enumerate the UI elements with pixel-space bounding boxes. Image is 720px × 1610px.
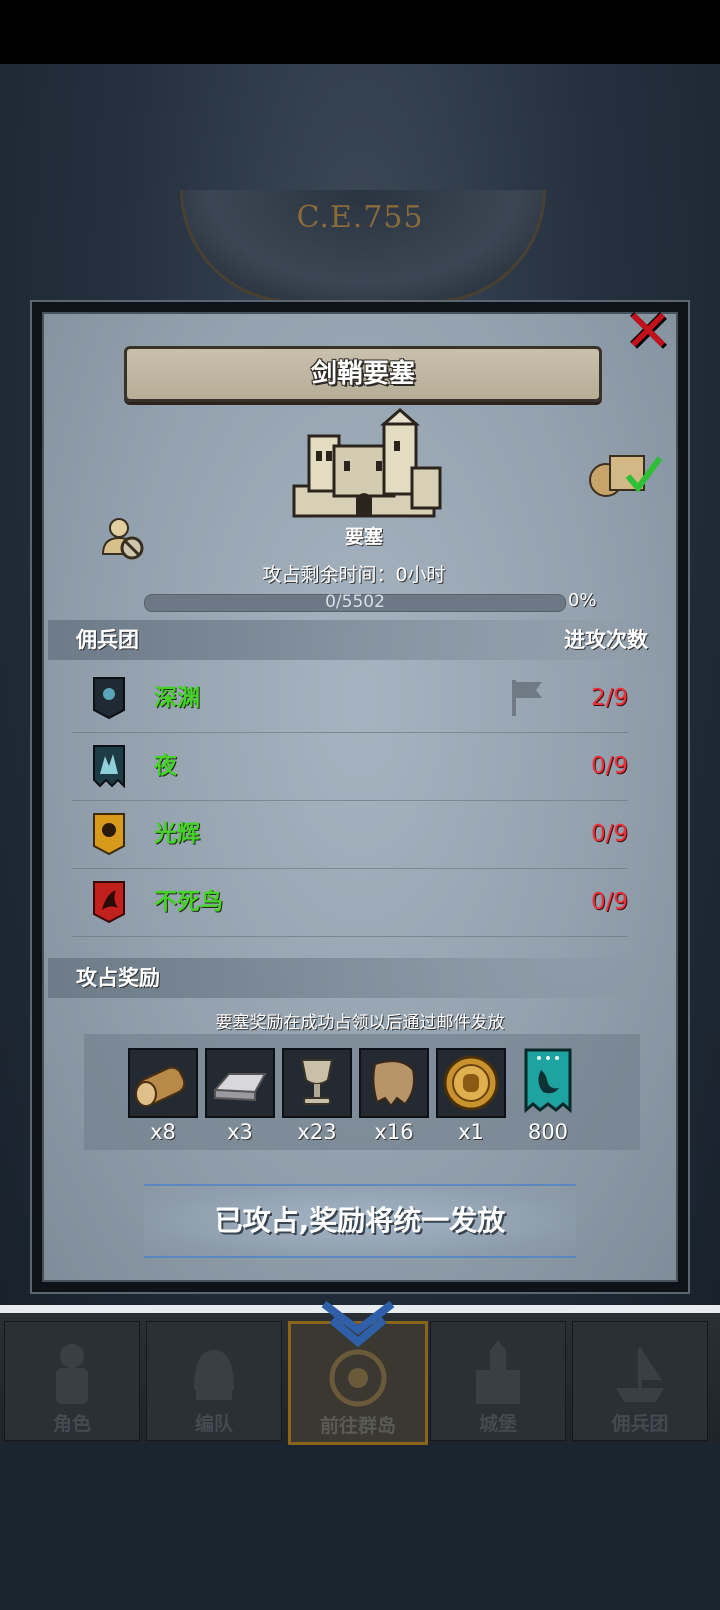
wood-log-icon xyxy=(135,1066,186,1107)
dialog-panel: 剑鞘要塞 要塞 攻占剩余时间：0小时 0/5502 0% 佣兵团 进攻次数 深渊… xyxy=(42,312,678,1282)
reward-item[interactable]: x16 xyxy=(359,1048,429,1144)
team-row-phoenix[interactable]: 不死鸟 0/9 xyxy=(72,868,628,937)
reward-item[interactable]: x8 xyxy=(128,1048,198,1144)
nav-label: 角色 xyxy=(52,1413,91,1435)
abyss-banner-icon xyxy=(93,677,125,720)
nav-label: 佣兵团 xyxy=(611,1413,669,1435)
fortress-icon xyxy=(292,408,442,518)
era-year: C.E.755 xyxy=(296,200,424,235)
team-name: 光辉 xyxy=(154,821,200,847)
attack-count: 0/9 xyxy=(590,753,628,779)
reward-item[interactable]: x23 xyxy=(282,1048,352,1144)
reward-item[interactable]: x1 xyxy=(436,1048,506,1144)
mercenary-section-header: 佣兵团 进攻次数 xyxy=(48,620,648,660)
team-row-abyss[interactable]: 深渊 2/9 xyxy=(72,664,628,733)
nav-formation[interactable]: 编队 xyxy=(146,1321,282,1441)
reward-header-label: 攻占奖励 xyxy=(76,966,160,990)
status-bar-area xyxy=(0,0,720,64)
gold-medal-icon xyxy=(443,1055,499,1111)
dialog-title: 剑鞘要塞 xyxy=(310,359,415,389)
claim-status-label: 已攻占,奖励将统一发放 xyxy=(214,1204,506,1237)
nav-label: 城堡 xyxy=(478,1413,517,1435)
progress-text: 0/5502 xyxy=(325,592,385,612)
iron-ingot-icon xyxy=(212,1073,267,1102)
goblet-icon xyxy=(300,1059,334,1105)
team-row-radiance[interactable]: 光辉 0/9 xyxy=(72,800,628,869)
teal-banner-icon xyxy=(524,1048,572,1114)
radiance-banner-icon xyxy=(93,813,125,856)
team-name: 夜 xyxy=(154,753,177,779)
remaining-time: 攻占剩余时间：0小时 xyxy=(262,564,446,586)
reward-note: 要塞奖励在成功占领以后通过邮件发放 xyxy=(215,1013,505,1033)
reward-qty: 800 xyxy=(527,1120,569,1144)
chevron-down-icon xyxy=(321,1300,395,1348)
user-blocked-icon[interactable] xyxy=(99,514,147,562)
knight-icon xyxy=(56,1344,88,1404)
attack-count: 0/9 xyxy=(590,821,628,847)
nav-character[interactable]: 角色 xyxy=(4,1321,140,1441)
reward-item[interactable]: 800 xyxy=(513,1048,583,1144)
nav-label: 编队 xyxy=(194,1413,233,1435)
reward-section-header: 攻占奖励 xyxy=(48,958,648,998)
attack-count: 0/9 xyxy=(590,889,628,915)
fur-pelt-icon xyxy=(372,1060,415,1108)
attack-count-header: 进攻次数 xyxy=(564,628,648,652)
nav-mercenary[interactable]: 佣兵团 xyxy=(572,1321,708,1441)
night-banner-icon xyxy=(93,745,125,788)
fortress-dialog: 剑鞘要塞 要塞 攻占剩余时间：0小时 0/5502 0% 佣兵团 进攻次数 深渊… xyxy=(30,300,690,1294)
building-type-label: 要塞 xyxy=(344,526,383,548)
helmet-icon xyxy=(194,1350,234,1400)
castle-nav-icon xyxy=(476,1340,520,1404)
team-name: 不死鸟 xyxy=(154,889,223,915)
bottom-background xyxy=(0,1440,720,1610)
reward-item[interactable]: x3 xyxy=(205,1048,275,1144)
flag-icon xyxy=(512,680,542,716)
reward-list: x8 x3 x23 x16 x1 800 xyxy=(84,1034,640,1150)
team-name: 深渊 xyxy=(154,685,200,711)
reward-claimed-icon[interactable] xyxy=(584,446,664,502)
team-row-night[interactable]: 夜 0/9 xyxy=(72,732,628,801)
attack-count: 2/9 xyxy=(590,685,628,711)
nav-castle[interactable]: 城堡 xyxy=(430,1321,566,1441)
close-icon[interactable]: ✕ xyxy=(620,302,676,360)
mercenary-header-label: 佣兵团 xyxy=(76,628,139,652)
claim-status-button[interactable]: 已攻占,奖励将统一发放 xyxy=(144,1184,576,1258)
occupation-progress-bar: 0/5502 xyxy=(144,592,566,612)
progress-percent: 0% xyxy=(568,590,597,611)
compass-icon xyxy=(329,1349,387,1407)
ship-icon xyxy=(616,1348,664,1402)
nav-label: 前往群岛 xyxy=(319,1415,396,1437)
phoenix-banner-icon xyxy=(93,881,125,924)
title-banner: 剑鞘要塞 xyxy=(124,346,602,402)
